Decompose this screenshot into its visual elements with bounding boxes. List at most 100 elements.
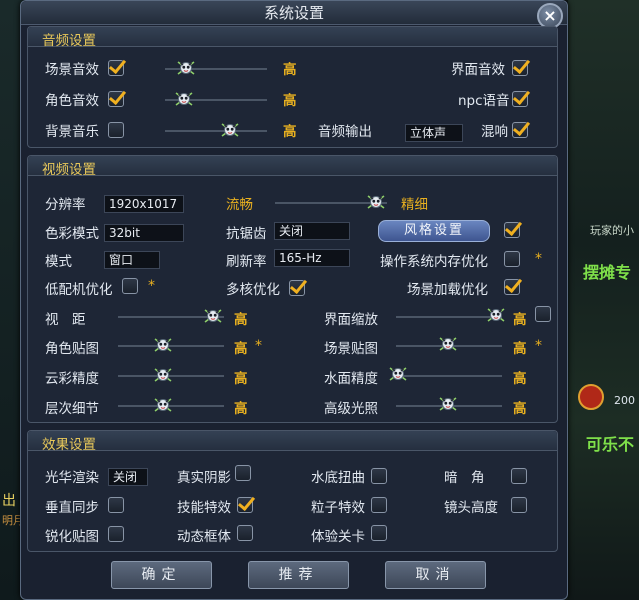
bg-music-level: 高 — [283, 124, 297, 140]
left-scene-text: 出 — [2, 493, 16, 509]
low-config-label: 低配机优化 — [45, 282, 113, 298]
level-number: 200 — [614, 394, 635, 407]
shop-badge-icon — [578, 384, 604, 410]
resolution-label: 分辨率 — [45, 197, 86, 213]
char-sound-checkbox[interactable] — [108, 91, 124, 107]
color-mode-label: 色彩模式 — [45, 226, 99, 242]
scene-texture-label: 场景贴图 — [324, 341, 378, 357]
reverb-checkbox[interactable] — [512, 122, 528, 138]
lod-level: 高 — [234, 401, 248, 417]
scene-load-label: 场景加载优化 — [407, 282, 488, 298]
video-header: 视频设置 — [28, 156, 557, 178]
cloud-label: 云彩精度 — [45, 371, 99, 387]
scene-texture-slider-knob-icon[interactable] — [438, 335, 458, 353]
audio-output-select[interactable]: 立体声 — [405, 124, 463, 142]
experience-label: 体验关卡 — [311, 529, 365, 545]
scene-texture-level: 高 — [513, 341, 527, 357]
darkness-checkbox[interactable] — [511, 468, 527, 484]
scene-sound-slider-knob-icon[interactable] — [176, 59, 196, 77]
recommend-button[interactable]: 推荐 — [248, 561, 349, 589]
mode-select[interactable]: 窗口 — [104, 251, 160, 269]
char-texture-label: 角色贴图 — [45, 341, 99, 357]
scene-sound-checkbox[interactable] — [108, 60, 124, 76]
style-settings-checkbox[interactable] — [504, 222, 520, 238]
vsync-checkbox[interactable] — [108, 497, 124, 513]
skill-fx-checkbox[interactable] — [237, 497, 253, 513]
scene-right-strip — [568, 0, 639, 600]
glow-select[interactable]: 关闭 — [108, 468, 148, 486]
lighting-slider-knob-icon[interactable] — [438, 395, 458, 413]
os-memory-label: 操作系统内存优化 — [380, 254, 488, 270]
sharpen-label: 锐化贴图 — [45, 529, 99, 545]
real-shadow-checkbox[interactable] — [235, 465, 251, 481]
low-config-star: * — [148, 278, 155, 294]
dynamic-frame-checkbox[interactable] — [237, 525, 253, 541]
ui-scale-checkbox[interactable] — [535, 306, 551, 322]
bg-music-checkbox[interactable] — [108, 122, 124, 138]
quality-slider-knob-icon[interactable] — [366, 193, 386, 211]
char-texture-level: 高 — [234, 341, 248, 357]
cancel-button[interactable]: 取消 — [385, 561, 486, 589]
multicore-checkbox[interactable] — [289, 280, 305, 296]
npc-voice-label: npc语音 — [458, 93, 510, 109]
resolution-select[interactable]: 1920x1017 — [104, 195, 184, 213]
char-texture-slider-knob-icon[interactable] — [153, 336, 173, 354]
particle-label: 粒子特效 — [311, 500, 365, 516]
view-distance-slider-knob-icon[interactable] — [203, 307, 223, 325]
scene-sound-level: 高 — [283, 62, 297, 78]
darkness-label: 暗 角 — [444, 470, 485, 486]
npc-voice-checkbox[interactable] — [512, 91, 528, 107]
os-memory-checkbox[interactable] — [504, 251, 520, 267]
vsync-label: 垂直同步 — [45, 500, 99, 516]
quality-high-label: 精细 — [401, 197, 428, 213]
stall-banner: 摆摊专 — [583, 263, 632, 282]
camera-height-checkbox[interactable] — [511, 497, 527, 513]
real-shadow-label: 真实阴影 — [177, 470, 231, 486]
char-sound-level: 高 — [283, 93, 297, 109]
aa-select[interactable]: 关闭 — [274, 222, 350, 240]
water-distort-checkbox[interactable] — [371, 468, 387, 484]
ok-button[interactable]: 确定 — [111, 561, 212, 589]
ui-scale-level: 高 — [513, 312, 527, 328]
style-settings-button[interactable]: 风格设置 — [378, 220, 490, 242]
lod-slider-knob-icon[interactable] — [153, 396, 173, 414]
window-title: 系统设置 — [21, 1, 567, 25]
effects-header: 效果设置 — [28, 431, 557, 453]
quality-low-label: 流畅 — [226, 197, 253, 213]
refresh-rate-label: 刷新率 — [226, 254, 267, 270]
bg-music-slider-track[interactable] — [165, 130, 267, 132]
mode-label: 模式 — [45, 254, 72, 270]
glow-label: 光华渲染 — [45, 470, 99, 486]
low-config-checkbox[interactable] — [122, 278, 138, 294]
bg-music-slider-knob-icon[interactable] — [220, 121, 240, 139]
water-slider-track[interactable] — [396, 375, 502, 377]
audio-header: 音频设置 — [28, 27, 557, 49]
cloud-level: 高 — [234, 371, 248, 387]
water-level: 高 — [513, 371, 527, 387]
char-sound-label: 角色音效 — [45, 93, 99, 109]
ui-scale-slider-knob-icon[interactable] — [486, 306, 506, 324]
water-distort-label: 水底扭曲 — [311, 470, 365, 486]
multicore-label: 多核优化 — [226, 282, 280, 298]
effects-panel: 效果设置 — [27, 430, 558, 552]
player-stall-label: 玩家的小 — [590, 224, 634, 237]
view-distance-label: 视 距 — [45, 312, 86, 328]
color-mode-select[interactable]: 32bit — [104, 224, 184, 242]
scene-sound-label: 场景音效 — [45, 62, 99, 78]
player-name-label: 可乐不 — [586, 435, 635, 454]
char-sound-slider-knob-icon[interactable] — [174, 90, 194, 108]
ui-scale-label: 界面缩放 — [324, 312, 378, 328]
aa-label: 抗锯齿 — [226, 226, 267, 242]
os-memory-star: * — [535, 251, 542, 267]
experience-checkbox[interactable] — [371, 525, 387, 541]
sharpen-checkbox[interactable] — [108, 526, 124, 542]
lod-label: 层次细节 — [45, 401, 99, 417]
water-slider-knob-icon[interactable] — [388, 365, 408, 383]
cloud-slider-knob-icon[interactable] — [153, 366, 173, 384]
refresh-rate-select[interactable]: 165-Hz — [274, 249, 350, 267]
scene-load-checkbox[interactable] — [504, 279, 520, 295]
dynamic-frame-label: 动态框体 — [177, 529, 231, 545]
ui-sound-checkbox[interactable] — [512, 60, 528, 76]
particle-checkbox[interactable] — [371, 497, 387, 513]
skill-fx-label: 技能特效 — [177, 500, 231, 516]
